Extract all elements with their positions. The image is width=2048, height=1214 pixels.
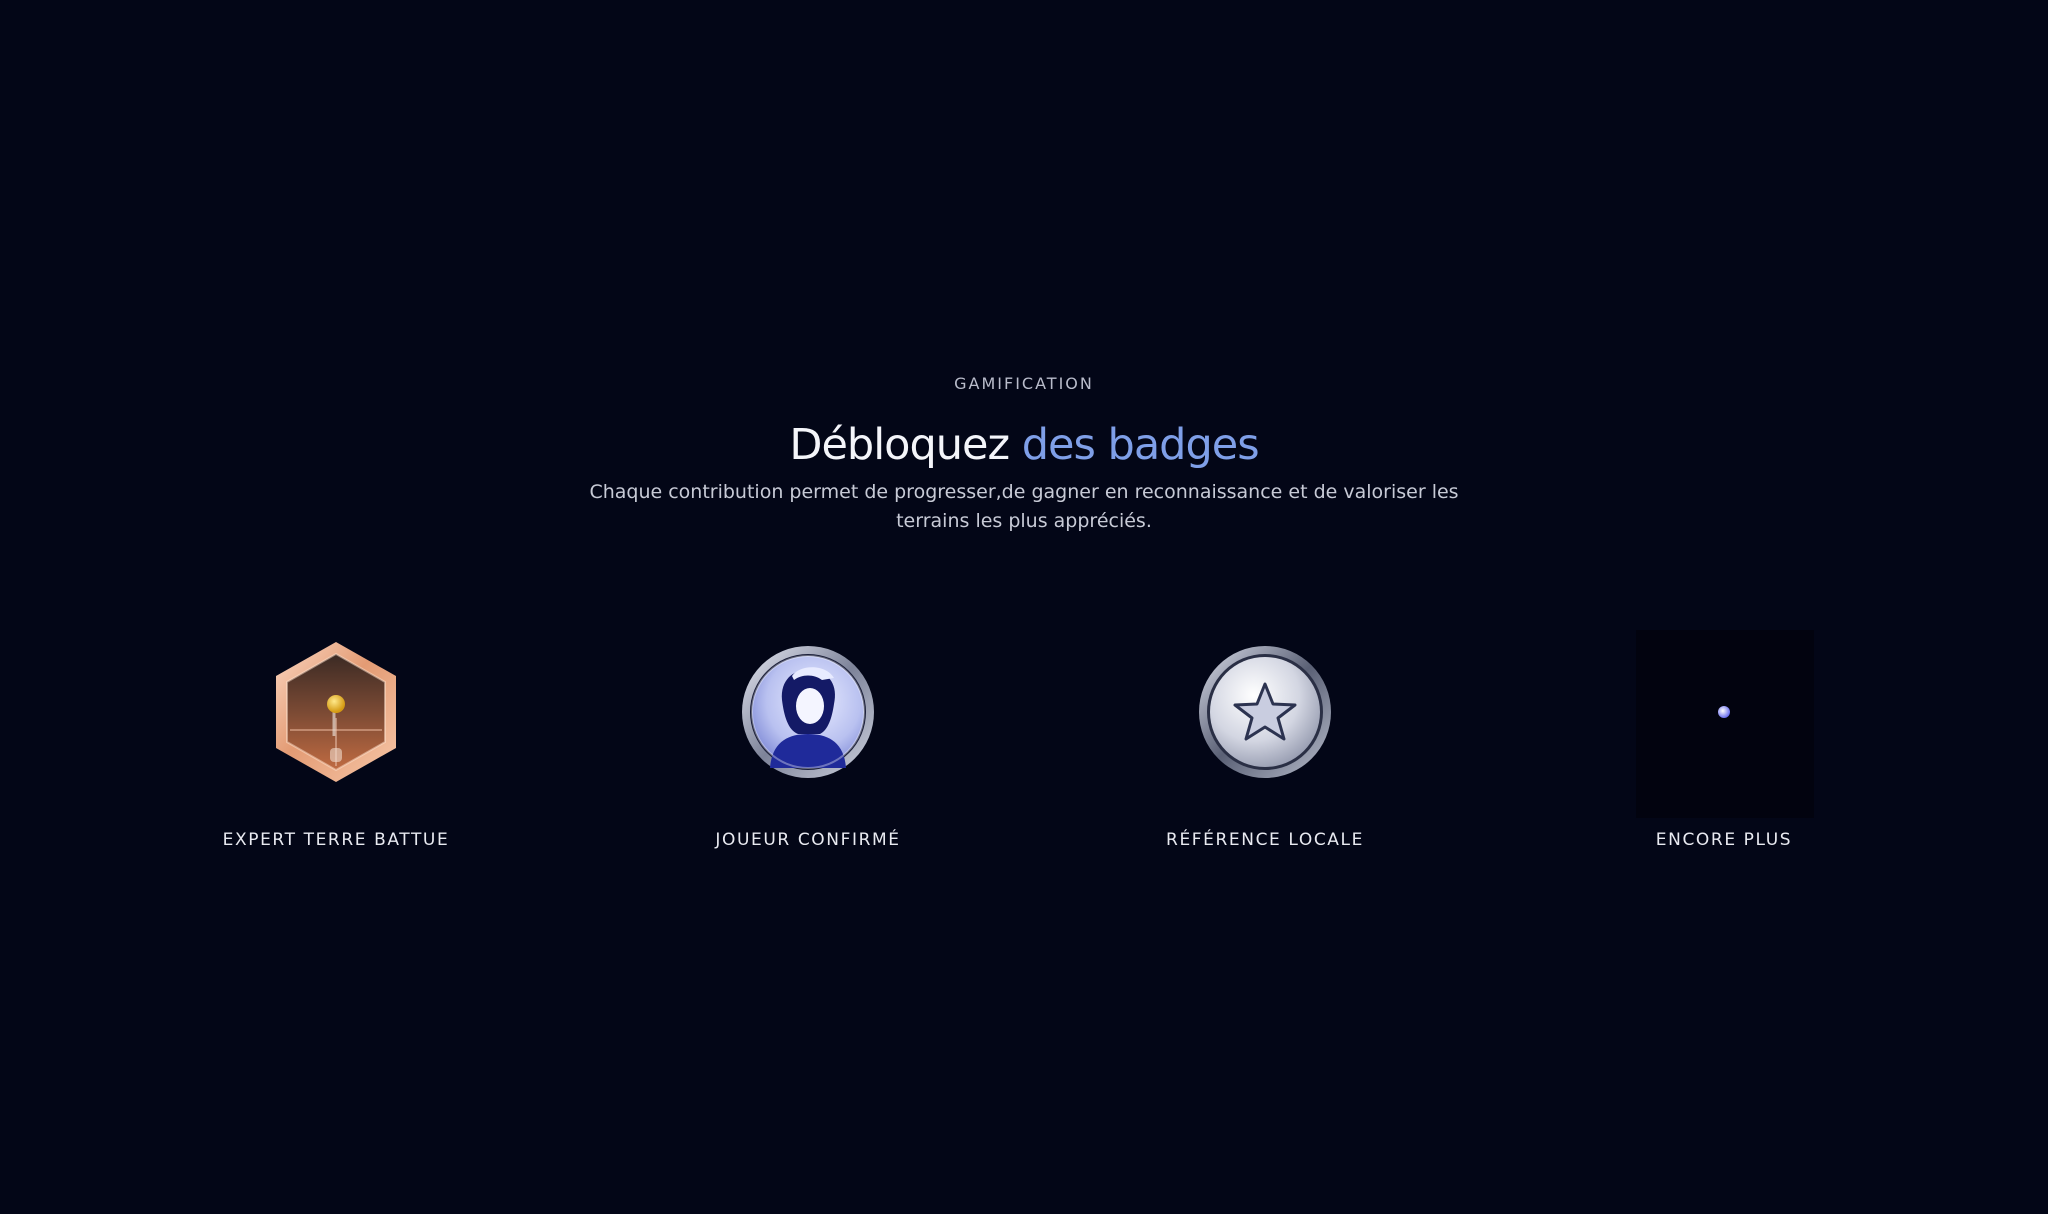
badge-card-reference-locale[interactable]: RÉFÉRENCE LOCALE bbox=[1055, 630, 1475, 860]
section-subtitle: Chaque contribution permet de progresser… bbox=[589, 481, 1459, 532]
more-badges-icon bbox=[1658, 638, 1790, 786]
badge-card-joueur-confirme[interactable]: JOUEUR CONFIRMÉ bbox=[598, 630, 1018, 860]
badge-label: RÉFÉRENCE LOCALE bbox=[1166, 830, 1364, 850]
badge-label: JOUEUR CONFIRMÉ bbox=[715, 830, 901, 850]
badge-label: ENCORE PLUS bbox=[1655, 830, 1793, 850]
section-title-accent: des badges bbox=[1021, 420, 1260, 470]
page: GAMIFICATION Débloquez des badges Chaque… bbox=[0, 0, 2048, 1214]
badge-card-expert-terre-battue[interactable]: EXPERT TERRE BATTUE bbox=[126, 630, 546, 860]
section-title: Débloquez des badges bbox=[0, 416, 2048, 474]
clay-court-hexagon-badge-icon bbox=[270, 638, 402, 786]
section-title-main: Débloquez bbox=[789, 420, 1022, 470]
badge-label: EXPERT TERRE BATTUE bbox=[222, 830, 450, 850]
section-eyebrow: GAMIFICATION bbox=[954, 374, 1094, 393]
player-portrait-badge-icon bbox=[742, 638, 874, 786]
star-badge-icon bbox=[1199, 638, 1331, 786]
badge-card-encore-plus[interactable]: ENCORE PLUS bbox=[1514, 630, 1934, 860]
